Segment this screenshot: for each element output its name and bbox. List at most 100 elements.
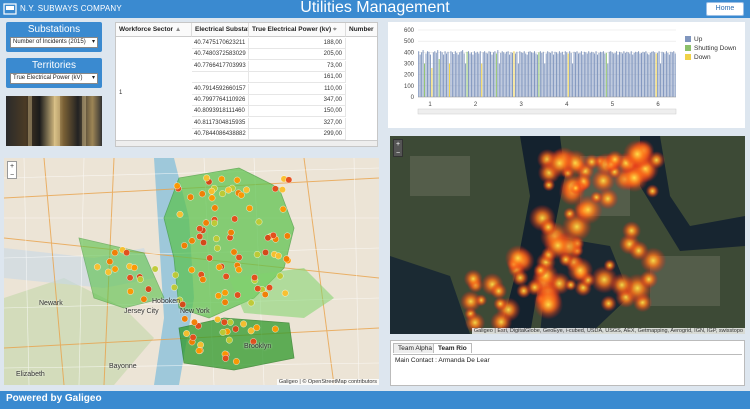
- bar: [487, 53, 489, 97]
- bar: [617, 54, 619, 97]
- map-place-label: Jersey City: [124, 308, 159, 315]
- substation-marker: [271, 185, 279, 193]
- bar: [446, 53, 448, 97]
- bar: [632, 54, 634, 97]
- territories-select[interactable]: True Electrical Power (kV) ▾: [10, 73, 98, 84]
- substation-marker: [237, 191, 245, 199]
- bar: [635, 51, 637, 97]
- substation-marker: [222, 273, 230, 280]
- bar: [475, 52, 477, 97]
- map-place-label: Brooklyn: [244, 343, 272, 350]
- tab-team-alpha[interactable]: Team Alpha: [393, 343, 437, 353]
- substation-marker: [227, 229, 235, 236]
- substation-marker: [206, 254, 214, 262]
- bar: [462, 50, 464, 97]
- tab-team-rio[interactable]: Team Rio: [433, 343, 472, 353]
- substation-marker: [232, 358, 240, 365]
- substations-select[interactable]: Number of Incidents (2015) ▾: [10, 37, 98, 48]
- heat-spot: [533, 263, 548, 278]
- substation-marker: [111, 249, 119, 257]
- bar: [668, 54, 670, 97]
- bar: [488, 51, 490, 97]
- substation-marker: [253, 251, 261, 258]
- col-number[interactable]: Number: [346, 23, 377, 37]
- bar: [605, 52, 607, 97]
- bar: [476, 51, 478, 97]
- bar: [470, 52, 472, 97]
- bar: [567, 53, 569, 97]
- bar: [671, 52, 673, 97]
- home-button[interactable]: Home: [706, 2, 744, 16]
- substation-cell: 40.7914592660157: [192, 83, 249, 95]
- substation-marker: [195, 347, 203, 355]
- zoom-control[interactable]: + −: [393, 139, 403, 157]
- territory-map[interactable]: Newark Elizabeth Hoboken New York Bayonne Bro…: [4, 158, 379, 385]
- power-cell: 150,00: [249, 106, 346, 118]
- legend-shutting-down[interactable]: Shutting Down: [685, 45, 736, 52]
- substation-marker: [187, 193, 194, 201]
- bar: [434, 51, 436, 97]
- bar: [454, 51, 456, 97]
- bar: [595, 51, 597, 97]
- map-place-label: Newark: [39, 300, 63, 307]
- substation-marker: [281, 289, 289, 297]
- y-tick-label: 600: [404, 28, 415, 34]
- bar: [509, 54, 511, 97]
- substation-marker: [203, 174, 211, 182]
- y-tick-label: 400: [404, 50, 415, 56]
- bar: [563, 54, 565, 97]
- substation-marker: [261, 291, 269, 298]
- bar: [639, 53, 641, 97]
- bar: [453, 54, 455, 97]
- substation-marker: [233, 176, 241, 184]
- substation-cell: 40.7766417703993: [192, 60, 249, 72]
- substation-marker: [246, 204, 254, 212]
- x-tick-label: 6: [656, 102, 660, 108]
- heatmap-satellite[interactable]: + − Galigeo | Esri, DigitalGlobe, GeoEye,…: [390, 136, 745, 334]
- bar: [654, 52, 656, 97]
- substation-marker: [104, 268, 112, 276]
- bar: [526, 54, 528, 97]
- bar: [566, 52, 568, 97]
- bar: [481, 63, 483, 97]
- col-true-electrical-power[interactable]: True Electrical Power (kv) ⌖: [249, 23, 346, 37]
- bar: [623, 51, 625, 97]
- col-electrical-substation[interactable]: Electrical Substation: [192, 23, 249, 37]
- bar: [564, 51, 566, 97]
- map-attribution: Galigeo | © OpenStreetMap contributors: [276, 379, 379, 385]
- horizontal-scrollbar[interactable]: [116, 140, 377, 146]
- bar: [460, 51, 462, 97]
- bar: [608, 51, 610, 97]
- footer-text: Powered by Galigeo: [6, 393, 102, 404]
- heat-spot: [463, 269, 483, 289]
- substation-marker: [173, 182, 181, 190]
- legend-up[interactable]: Up: [685, 36, 702, 43]
- zoom-control[interactable]: + −: [7, 161, 17, 179]
- bar: [604, 53, 606, 97]
- app-footer: Powered by Galigeo: [0, 391, 750, 409]
- bar: [558, 51, 560, 97]
- substation-marker: [247, 299, 255, 307]
- bar: [466, 51, 468, 97]
- bar: [616, 51, 618, 97]
- bar: [589, 52, 591, 97]
- substation-marker: [183, 330, 190, 337]
- bar: [598, 52, 600, 97]
- x-tick-label: 4: [565, 102, 569, 108]
- bar: [428, 51, 430, 97]
- bar: [495, 53, 497, 97]
- legend-down[interactable]: Down: [685, 54, 711, 61]
- bar: [451, 52, 453, 97]
- substation-marker: [191, 318, 198, 326]
- bar: [555, 52, 557, 97]
- bar: [585, 52, 587, 97]
- substation-marker: [130, 264, 138, 272]
- substation-marker: [251, 274, 258, 281]
- bar: [519, 51, 521, 97]
- substation-marker: [172, 271, 179, 279]
- bar: [507, 51, 509, 97]
- substation-marker: [225, 186, 232, 194]
- col-workforce-sector[interactable]: Workforce Sector ▲: [116, 23, 192, 37]
- substation-marker: [213, 244, 221, 252]
- bar: [514, 53, 516, 97]
